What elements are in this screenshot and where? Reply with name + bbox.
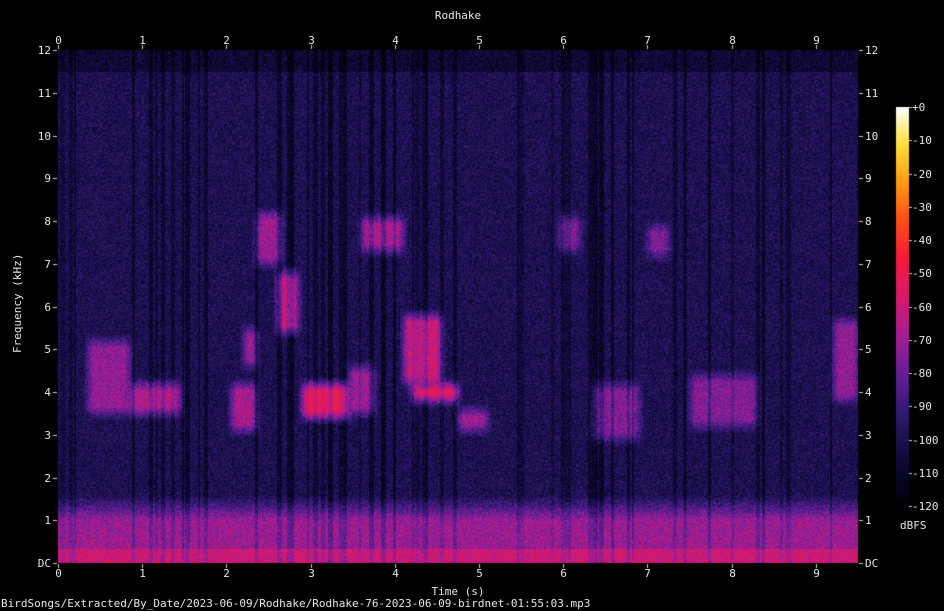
y-tick-right-4: 4 [865, 385, 872, 399]
colorbar-tick--80: -80 [912, 366, 932, 380]
x-tick-bottom-2: 2 [223, 567, 230, 580]
y-tick-left-8: 8 [44, 214, 51, 228]
y-tick-right-5: 5 [865, 342, 872, 356]
y-tick-left-6: 6 [44, 300, 51, 314]
colorbar-tick--20: -20 [912, 167, 932, 181]
x-tick-top-0: 0 [55, 34, 62, 47]
colorbar-tick--60: -60 [912, 300, 932, 314]
x-tick-bottom-9: 9 [813, 567, 820, 580]
y-tick-right-12: 12 [865, 43, 879, 57]
x-tick-bottom-1: 1 [139, 567, 146, 580]
y-tick-left-12: 12 [37, 43, 51, 57]
colorbar-tick--30: -30 [912, 200, 932, 214]
colorbar-tick--100: -100 [912, 433, 939, 447]
y-tick-left-2: 2 [44, 471, 51, 485]
colorbar-tick--90: -90 [912, 399, 932, 413]
x-tick-bottom-7: 7 [644, 567, 651, 580]
x-tick-bottom-4: 4 [392, 567, 399, 580]
y-tick-right-2: 2 [865, 471, 872, 485]
x-tick-top-1: 1 [139, 34, 146, 47]
colorbar-tick--120: -120 [912, 499, 939, 513]
y-tick-right-6: 6 [865, 300, 872, 314]
y-tick-left-DC: DC [37, 556, 51, 570]
x-tick-bottom-6: 6 [560, 567, 567, 580]
x-tick-bottom-3: 3 [308, 567, 315, 580]
file-path: BirdSongs/Extracted/By_Date/2023-06-09/R… [1, 597, 591, 610]
colorbar-tick--50: -50 [912, 266, 932, 280]
colorbar-tick-+0: +0 [912, 100, 926, 114]
x-tick-bottom-0: 0 [55, 567, 62, 580]
x-tick-top-3: 3 [308, 34, 315, 47]
y-tick-right-DC: DC [865, 556, 879, 570]
colorbar-tick--110: -110 [912, 466, 939, 480]
x-tick-bottom-8: 8 [729, 567, 736, 580]
x-tick-top-2: 2 [223, 34, 230, 47]
x-tick-top-6: 6 [560, 34, 567, 47]
x-tick-bottom-5: 5 [476, 567, 483, 580]
spectrogram-canvas [0, 0, 944, 611]
y-tick-left-3: 3 [44, 428, 51, 442]
y-tick-right-9: 9 [865, 171, 872, 185]
x-tick-top-9: 9 [813, 34, 820, 47]
colorbar-tick--10: -10 [912, 133, 932, 147]
x-tick-top-8: 8 [729, 34, 736, 47]
y-tick-right-11: 11 [865, 86, 879, 100]
y-tick-right-3: 3 [865, 428, 872, 442]
x-tick-top-5: 5 [476, 34, 483, 47]
y-tick-right-10: 10 [865, 129, 879, 143]
y-tick-left-5: 5 [44, 342, 51, 356]
y-tick-right-1: 1 [865, 513, 872, 527]
colorbar-tick--70: -70 [912, 333, 932, 347]
colorbar-tick--40: -40 [912, 233, 932, 247]
x-tick-top-4: 4 [392, 34, 399, 47]
y-tick-left-4: 4 [44, 385, 51, 399]
y-tick-right-7: 7 [865, 257, 872, 271]
y-tick-left-7: 7 [44, 257, 51, 271]
y-tick-right-8: 8 [865, 214, 872, 228]
y-tick-left-1: 1 [44, 513, 51, 527]
y-tick-left-9: 9 [44, 171, 51, 185]
colorbar-label: dBFS [900, 519, 927, 532]
y-axis-label: Frequency (kHz) [11, 253, 24, 353]
y-tick-left-11: 11 [37, 86, 51, 100]
chart-title: Rodhake [434, 9, 482, 22]
x-tick-top-7: 7 [644, 34, 651, 47]
y-tick-left-10: 10 [37, 129, 51, 143]
